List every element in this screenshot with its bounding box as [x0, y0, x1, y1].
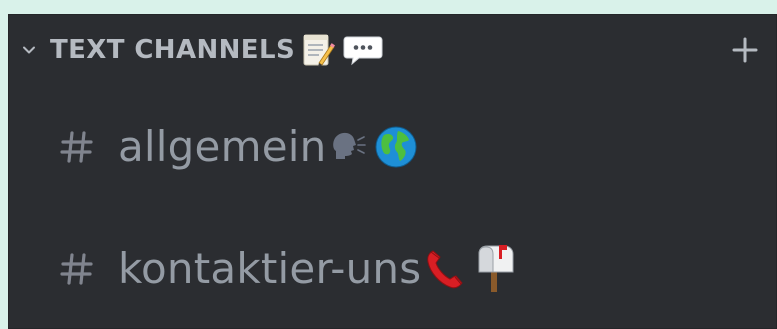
channel-name: allgemein — [118, 122, 327, 171]
globe-emoji-icon — [374, 125, 418, 169]
category-title: TEXT CHANNELS — [50, 35, 296, 65]
hash-icon — [60, 130, 94, 164]
speech-bubble-emoji-icon — [343, 34, 383, 66]
channel-list-panel: TEXT CHANNELS allgemein kontaktier-uns — [8, 14, 777, 329]
chevron-down-icon[interactable] — [18, 39, 40, 61]
speaking-head-emoji-icon — [330, 129, 367, 165]
mailbox-emoji-icon — [473, 244, 515, 294]
channel-item-kontaktier-uns[interactable]: kontaktier-uns — [60, 239, 515, 299]
category-header-text-channels[interactable]: TEXT CHANNELS — [18, 29, 770, 71]
channel-name: kontaktier-uns — [118, 244, 422, 293]
memo-emoji-icon — [301, 33, 336, 67]
telephone-receiver-emoji-icon — [425, 247, 465, 291]
plus-icon[interactable] — [730, 35, 760, 65]
hash-icon — [60, 252, 94, 286]
channel-item-allgemein[interactable]: allgemein — [60, 117, 418, 177]
